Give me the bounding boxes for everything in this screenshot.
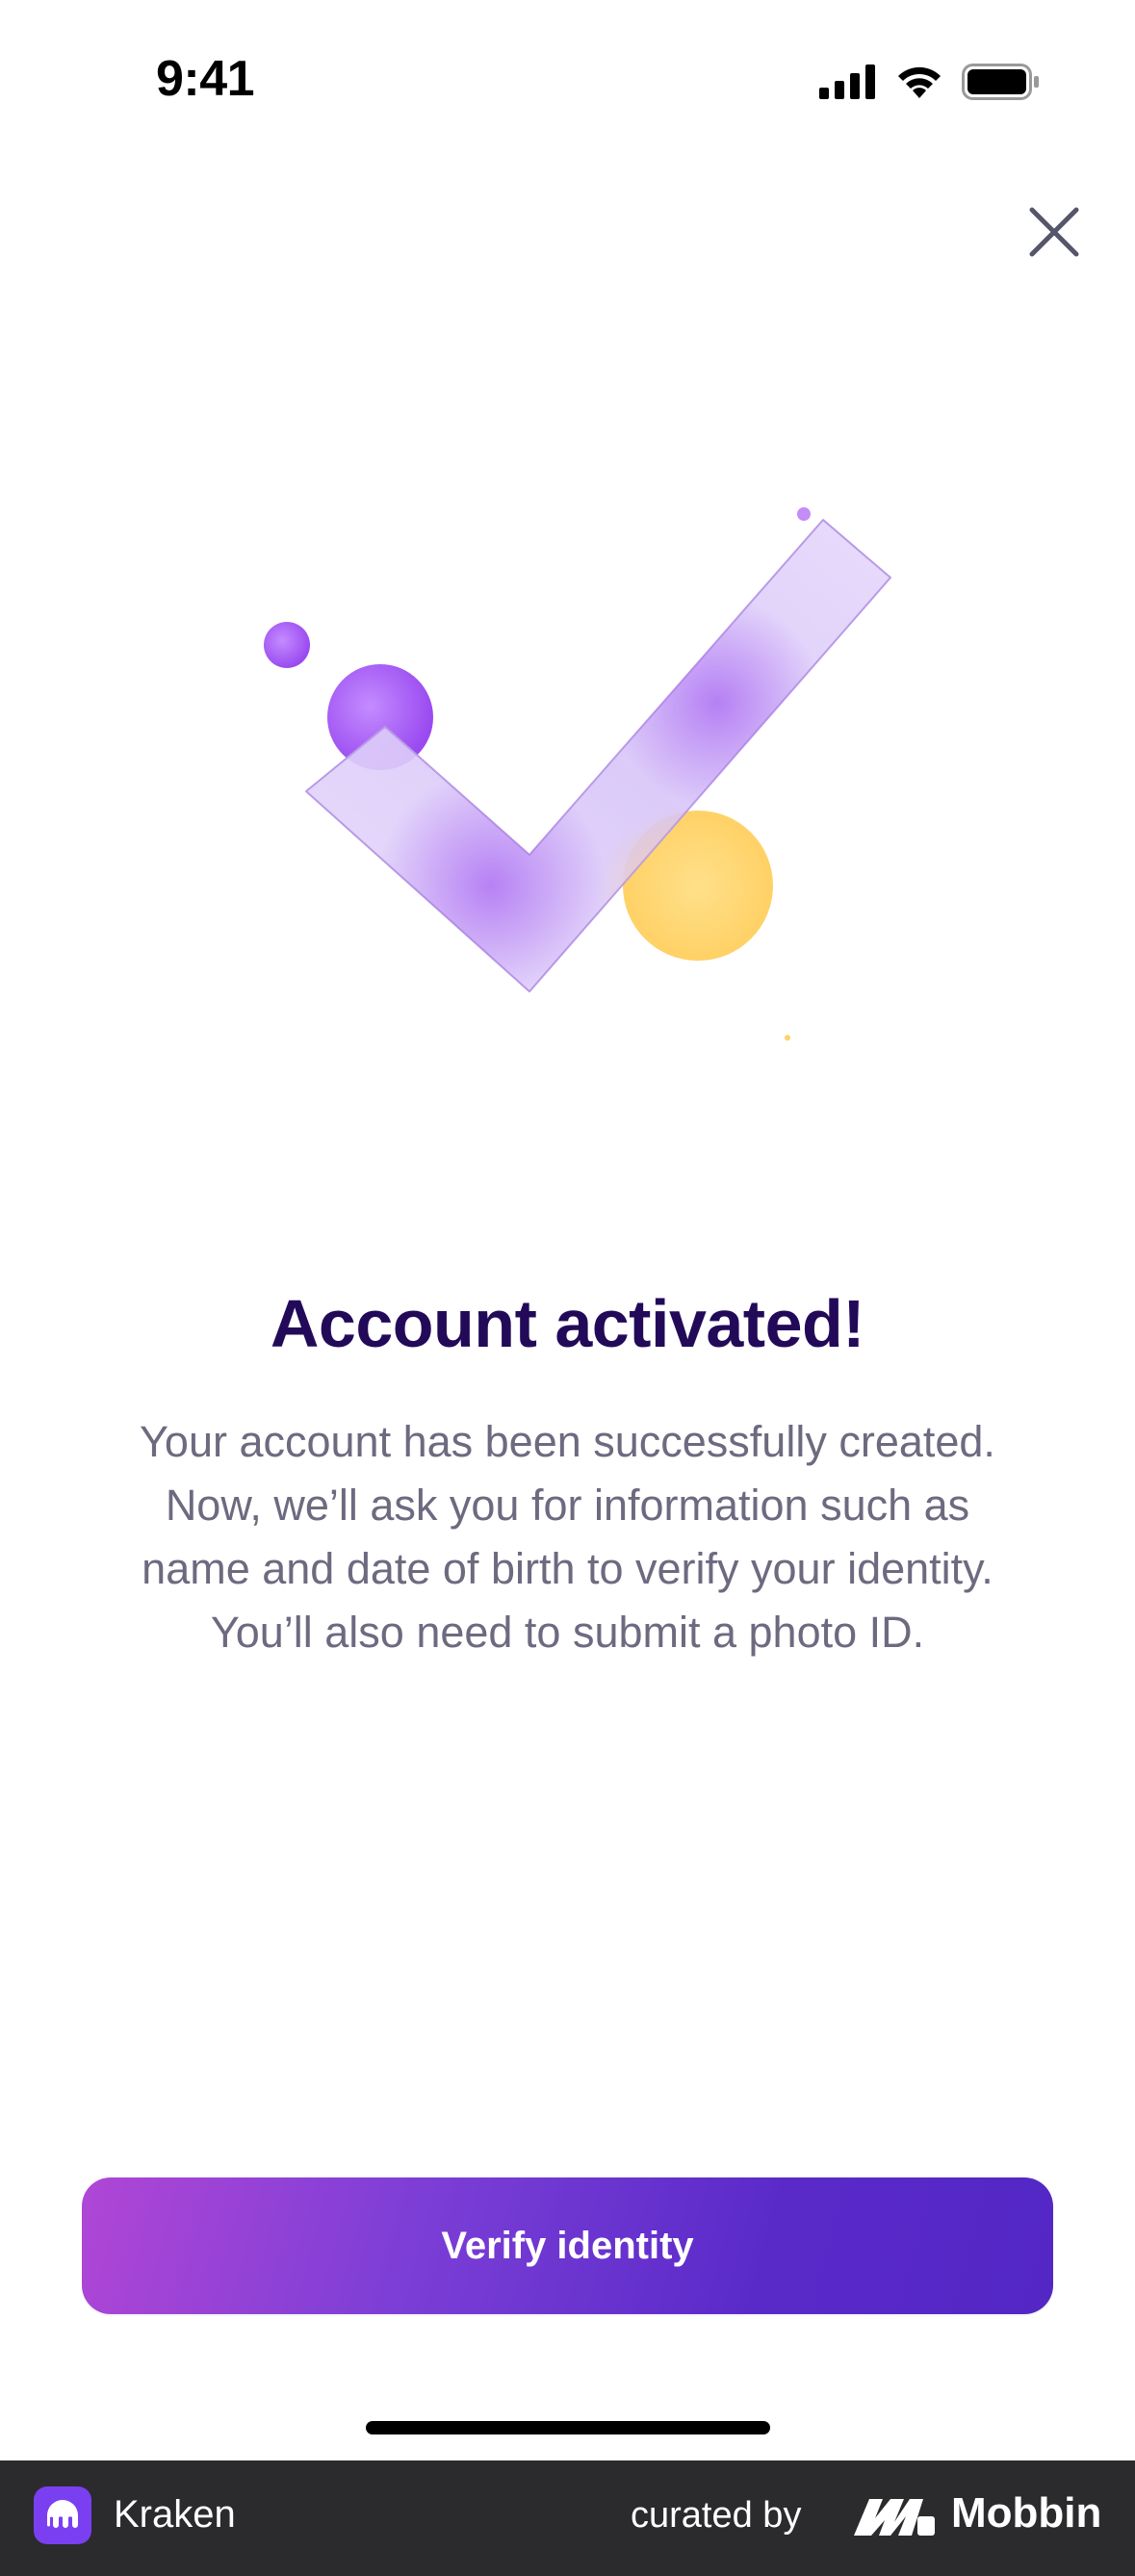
kraken-app-icon — [34, 2486, 91, 2544]
description-line: name and date of birth to verify your id… — [142, 1544, 993, 1593]
description-line: Now, we’ll ask you for information such … — [165, 1481, 970, 1530]
description-line: You’ll also need to submit a photo ID. — [210, 1608, 925, 1657]
status-icons — [819, 64, 1041, 100]
check-shape — [305, 519, 891, 992]
verify-identity-button[interactable]: Verify identity — [82, 2177, 1053, 2314]
battery-icon — [962, 64, 1039, 100]
wifi-icon — [898, 66, 941, 98]
footer-bar: Kraken curated by Mobbin — [0, 2460, 1135, 2576]
footer-brand: Mobbin — [951, 2489, 1102, 2537]
description-text: Your account has been successfully creat… — [58, 1410, 1077, 1664]
page-title: Account activated! — [270, 1286, 865, 1361]
close-button[interactable] — [1022, 200, 1086, 264]
footer-curated-label: curated by — [631, 2495, 802, 2536]
mobbin-logo-icon — [854, 2499, 935, 2536]
status-bar: 9:41 — [0, 0, 1135, 164]
close-icon — [1029, 207, 1079, 257]
home-indicator — [366, 2421, 770, 2434]
status-time: 9:41 — [156, 51, 255, 107]
checkmark-illustration — [183, 481, 953, 1097]
description-line: Your account has been successfully creat… — [140, 1417, 995, 1466]
footer-app-name: Kraken — [114, 2493, 236, 2536]
cellular-signal-icon — [819, 64, 875, 99]
